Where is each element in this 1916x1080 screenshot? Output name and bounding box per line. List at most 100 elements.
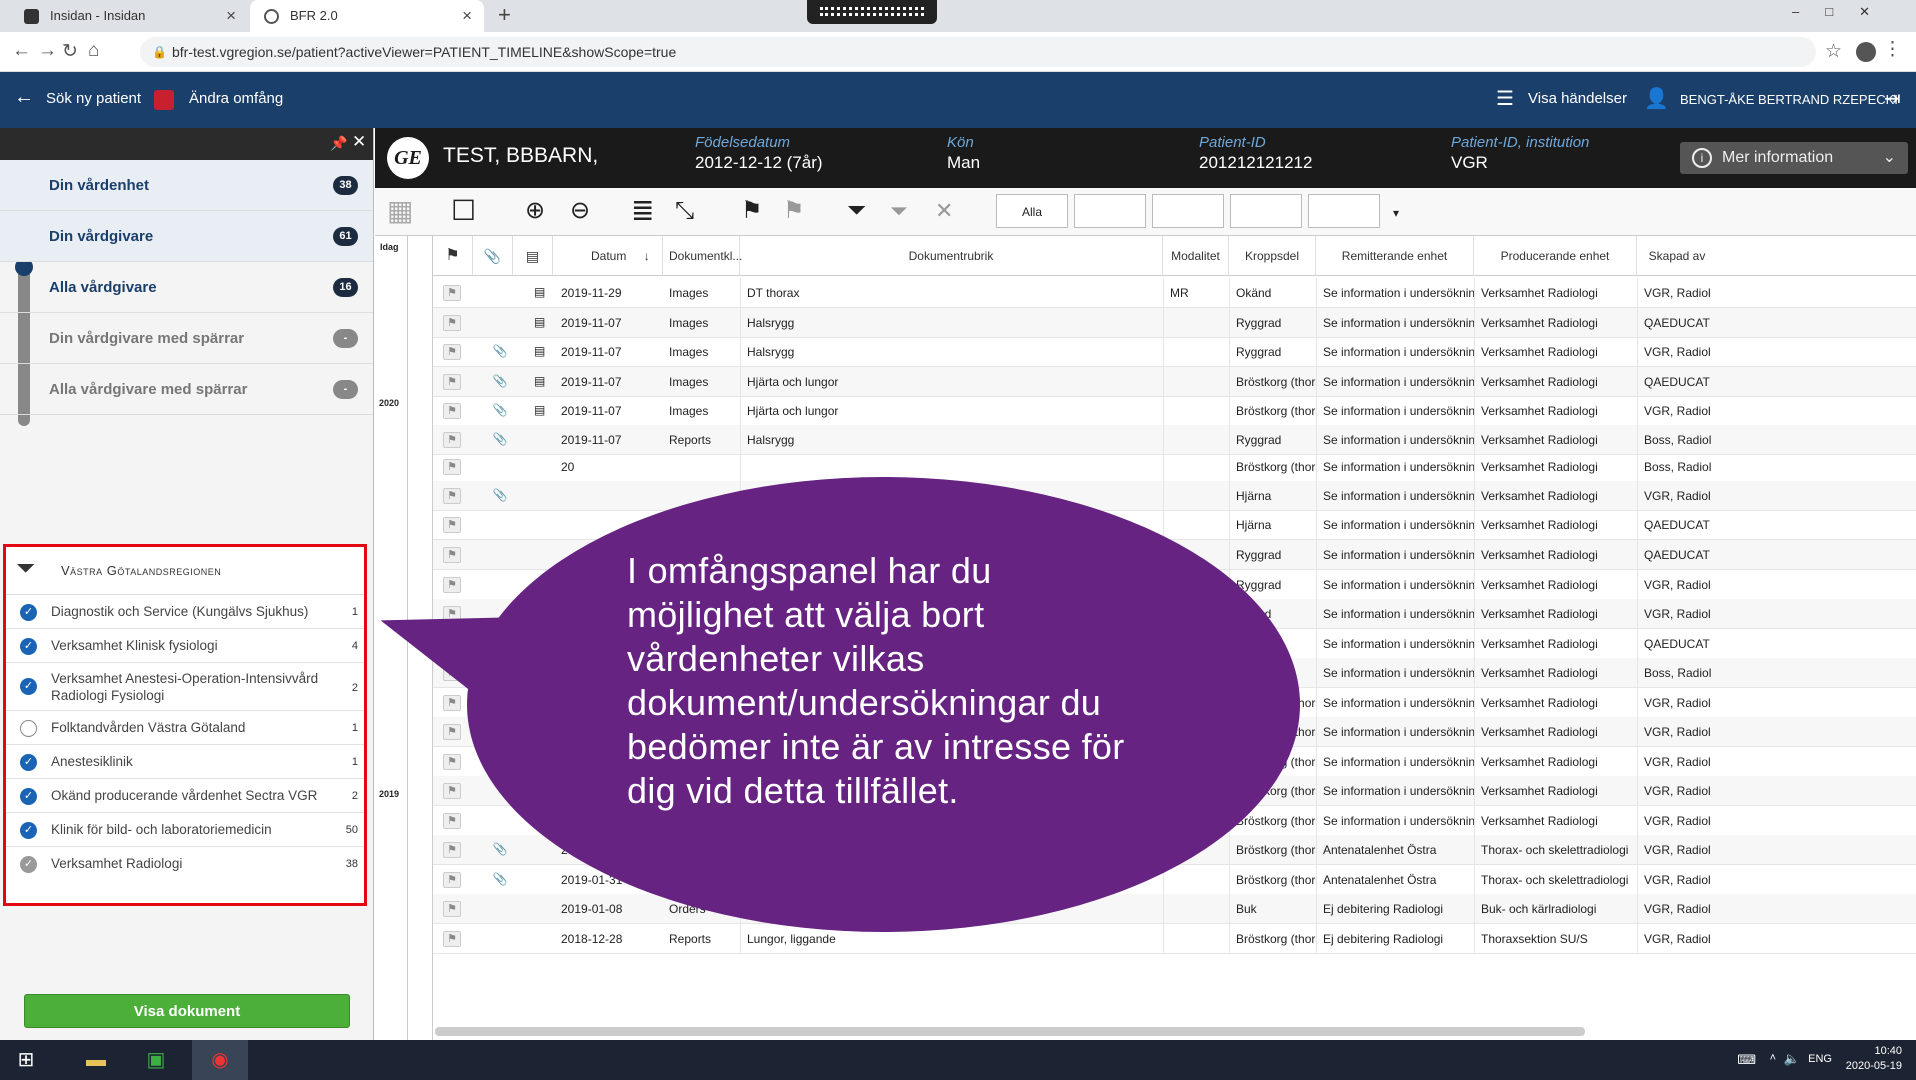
filter-button-3[interactable] [1152,194,1224,228]
file-explorer-icon[interactable]: ▬ [70,1040,122,1080]
flag-icon[interactable]: ⚑ [443,374,461,390]
more-info-button[interactable]: i Mer information ⌄ [1680,142,1908,174]
table-row[interactable]: ⚑2019-01-08OrdersULJ bukBukEj debitering… [433,894,1916,924]
table-row[interactable]: ⚑ ▤ 2019-11-07 Images Halsrygg Ryggrad Se info… [433,308,1916,338]
checkbox-unchecked-icon[interactable] [20,720,37,737]
attachment-icon[interactable]: 📎 [491,403,509,419]
filter-camera-icon[interactable]: ⏷ [890,196,908,226]
column-created-by[interactable]: Skapad av [1637,236,1717,276]
flag-icon[interactable]: ⚑ [443,547,461,563]
calendar-column-icon[interactable]: ▤ [513,236,553,276]
filter-all-button[interactable]: Alla [996,194,1068,228]
user-name[interactable]: BENGT-ÅKE BERTRAND RZEPECKI [1680,92,1898,107]
windows-start-icon[interactable]: ⊞ [0,1040,52,1080]
attachment-column-icon[interactable]: 📎 [473,236,513,276]
unit-item[interactable]: ✓ Verksamhet Anestesi-Operation-Intensivv… [6,663,364,711]
browser-tab-insidan[interactable]: Insidan - Insidan × [10,0,248,32]
tray-arrow-icon[interactable]: ˄ [1770,1052,1776,1064]
show-events-link[interactable]: Visa händelser [1528,90,1627,107]
menu-kebab-icon[interactable]: ⋮ [1883,38,1902,61]
unit-item[interactable]: Folktandvården Västra Götaland 1 [6,711,364,745]
volume-icon[interactable]: 🔈 [1784,1051,1800,1067]
scope-item-alla-vardgivare[interactable]: Alla vårdgivare 16 [0,262,373,313]
checkbox-checked-icon[interactable]: ✓ [20,788,37,805]
close-tab-icon[interactable]: × [462,0,472,32]
checkbox-checked-icon[interactable]: ✓ [20,822,37,839]
scope-item-din-vardgivare[interactable]: Din vårdgivare 61 [0,211,373,262]
table-row[interactable]: ⚑ 📎 ▤ 2019-11-07 Images Halsrygg Ryggrad Se inf… [433,337,1916,367]
browser-tab-bfr[interactable]: BFR 2.0 × [250,0,484,32]
zoom-out-icon[interactable]: ⊖ [570,196,590,226]
column-producing-unit[interactable]: Producerande enhet [1474,236,1637,276]
flag-icon[interactable]: ⚑ [443,724,461,740]
unit-item[interactable]: ✓ Anestesiklinik 1 [6,745,364,779]
flag-icon[interactable]: ⚑ [443,754,461,770]
search-patient-link[interactable]: Sök ny patient [46,90,141,107]
flag-icon[interactable]: ⚑ [443,488,461,504]
show-documents-button[interactable]: Visa dokument [24,994,350,1028]
table-row[interactable]: ⚑ 📎 ▤ 2019-11-07 Images Hjärta och lungor Brös… [433,396,1916,426]
unit-item[interactable]: ✓ Klinik för bild- och laboratoriemedicin… [6,813,364,847]
flag-icon[interactable]: ⚑ [443,432,461,448]
change-scope-link[interactable]: Ändra omfång [189,90,283,107]
flag-icon[interactable]: ⚑ [443,577,461,593]
table-row[interactable]: ⚑ 📎 2019-11-07 Reports Halsrygg Ryggrad Se inf… [433,425,1916,455]
column-referring-unit[interactable]: Remitterande enhet [1316,236,1474,276]
calendar-grid-icon[interactable]: ▦ [387,196,413,226]
table-row[interactable]: ⚑ ▤ 2019-11-29 Images DT thorax MR Okänd Se inf… [433,278,1916,308]
clock[interactable]: 10:40 2020-05-19 [1846,1044,1902,1074]
column-date[interactable]: Datum ↓ [553,236,663,276]
scope-item-din-vardgivare-sparrar[interactable]: Din vårdgivare med spärrar - [0,313,373,364]
column-body-part[interactable]: Kroppsdel [1229,236,1316,276]
flag-column-icon[interactable]: ⚑ [433,236,473,276]
logout-icon[interactable]: ⇥ [1884,86,1901,111]
column-doc-title[interactable]: Dokumentrubrik [740,236,1163,276]
new-tab-plus-icon[interactable]: + [498,2,511,28]
attachment-icon[interactable]: 📎 [491,872,509,888]
unit-item[interactable]: ✓ Verksamhet Radiologi 38 [6,847,364,881]
window-controls[interactable]: –□✕ [1792,4,1896,20]
flag-icon[interactable]: ⚑ [443,931,461,947]
filter-button-4[interactable] [1230,194,1302,228]
account-icon[interactable] [1856,42,1876,62]
close-icon[interactable]: ✕ [352,132,366,152]
unit-item[interactable]: ✓ Diagnostik och Service (Kungälvs Sjukhu… [6,595,364,629]
close-tab-icon[interactable]: × [226,0,236,32]
change-scope-icon[interactable] [154,90,174,110]
keyboard-icon[interactable]: ⌨ [1737,1052,1756,1068]
flag-icon[interactable]: ⚑ [443,783,461,799]
unit-item[interactable]: ✓ Verksamhet Klinisk fysiologi 4 [6,629,364,663]
flag-icon[interactable]: ⚑ [443,842,461,858]
flag-icon[interactable]: ⚑ [443,403,461,419]
list-view-icon[interactable]: ≣ [631,196,654,226]
language-indicator[interactable]: ENG [1808,1053,1832,1065]
unit-item[interactable]: ✓ Okänd producerande vårdenhet Sectra VGR… [6,779,364,813]
filter-button-5[interactable] [1308,194,1380,228]
table-row[interactable]: ⚑ 20 Bröstkorg (thorax)Se information i un… [433,452,1916,482]
flag-icon[interactable]: ⚑ [443,813,461,829]
back-arrow-icon[interactable]: ← [12,40,31,62]
download-indicator[interactable] [807,0,937,24]
filter-icon[interactable]: ⏷ [847,196,866,226]
checkbox-disabled-icon[interactable]: ✓ [20,856,37,873]
pin-icon[interactable]: 📌 [330,135,347,152]
collapse-icon[interactable]: ⤡ [675,196,694,226]
caret-down-icon[interactable]: ▾ [1393,198,1399,228]
column-doc-class[interactable]: Dokumentkl... [663,236,742,276]
attachment-icon[interactable]: 📎 [491,374,509,390]
reload-icon[interactable]: ↻ [62,40,78,63]
flag-icon[interactable]: ⚑ [443,517,461,533]
scope-item-din-vardenhet[interactable]: Din vårdenhet 38 [0,160,373,211]
scope-item-alla-vardgivare-sparrar[interactable]: Alla vårdgivare med spärrar - [0,364,373,415]
checkbox-checked-icon[interactable]: ✓ [20,604,37,621]
flag-icon[interactable]: ⚑ [443,344,461,360]
attachment-icon[interactable]: 📎 [491,432,509,448]
flag-icon[interactable]: ⚑ [741,196,763,226]
url-input[interactable]: 🔒 bfr-test.vgregion.se/patient?activeVie… [140,37,1816,67]
chrome-icon[interactable]: ◉ [192,1040,248,1080]
filter-clear-icon[interactable]: ✕ [935,196,953,226]
horizontal-scrollbar[interactable] [435,1027,1585,1036]
select-box-icon[interactable]: ☐ [451,196,476,226]
back-arrow-icon[interactable]: ← [14,86,34,109]
filter-button-2[interactable] [1074,194,1146,228]
